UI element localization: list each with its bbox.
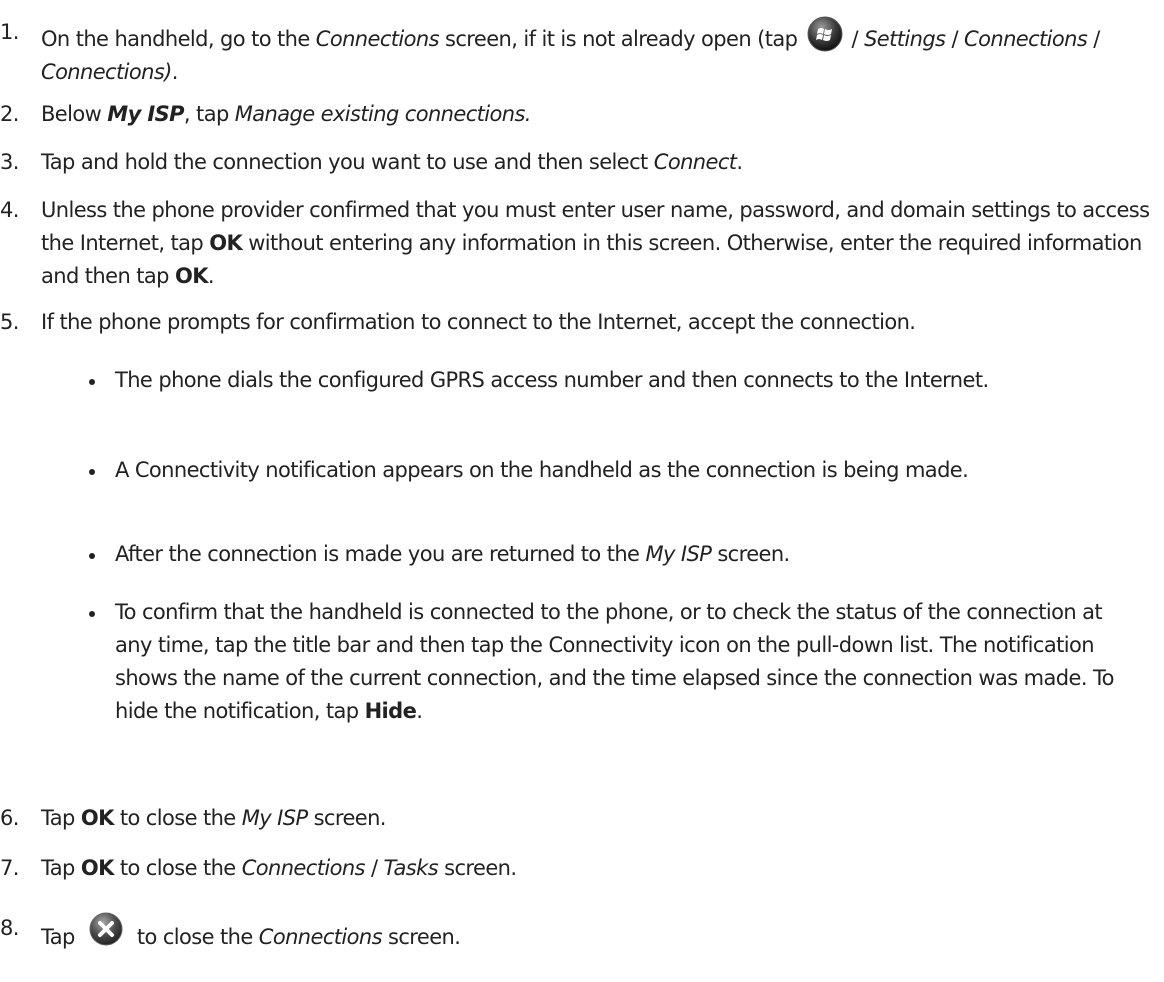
bullet-text: To confirm that the handheld is connecte… [115,600,1115,723]
bullet-text: After the connection is made you are ret… [115,542,790,566]
step-text: On the handheld, go to the Connections s… [41,16,1160,89]
step-number: 2. [0,102,19,126]
close-x-icon [89,912,123,946]
step-text: Tap OK to close the My ISP screen. [41,806,386,830]
step-number: 7. [0,856,19,880]
bullet-text: The phone dials the configured GPRS acce… [115,368,989,392]
step-number: 5. [0,310,19,334]
step-number: 4. [0,198,19,222]
bullet-dot [89,611,95,617]
step-number: 1. [0,20,19,44]
step-text: If the phone prompts for confirmation to… [41,310,916,334]
bullet-dot [89,553,95,559]
step-number: 6. [0,806,19,830]
bullet-dot [89,469,95,475]
step-text: Tap OK to close the Connections / Tasks … [41,856,517,880]
bullet-dot [89,379,95,385]
step-text: Tap and hold the connection you want to … [41,150,743,174]
step-text: Tap to close the Connections screen. [41,912,1160,954]
step-number: 8. [0,916,19,940]
bullet-text: A Connectivity notification appears on t… [115,458,969,482]
step-text: Below My ISP, tap Manage existing connec… [41,102,531,126]
windows-start-orb-icon [807,16,843,52]
step-text: Unless the phone provider confirmed that… [41,198,1150,288]
step-number: 3. [0,150,19,174]
